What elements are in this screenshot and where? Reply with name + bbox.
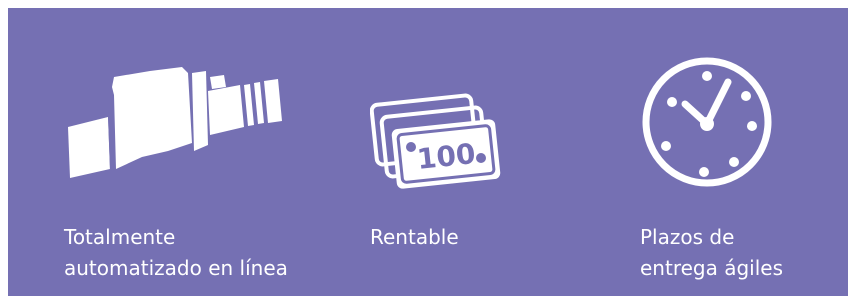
feature-label: Plazos de entrega ágiles [640,222,783,284]
feature-label: Rentable [370,222,459,253]
feature-label-line: Totalmente [64,225,176,249]
feature-label-line: Rentable [370,225,459,249]
feature-label-line: automatizado en línea [64,256,288,280]
feature-label: Totalmente automatizado en línea [64,222,288,284]
feature-automated: Totalmente automatizado en línea [8,8,308,296]
banknote-value: 100 [415,137,477,176]
feature-label-line: Plazos de [640,225,735,249]
feature-fast-delivery: Plazos de entrega ágiles [568,8,848,296]
banknotes-icon: 100 [370,93,501,189]
production-machine-icon [68,67,282,178]
feature-label-line: entrega ágiles [640,256,784,280]
clock-icon [642,57,772,187]
feature-panel: Totalmente automatizado en línea 100 Ren… [8,8,848,296]
feature-cost-effective: 100 Rentable [308,8,568,296]
